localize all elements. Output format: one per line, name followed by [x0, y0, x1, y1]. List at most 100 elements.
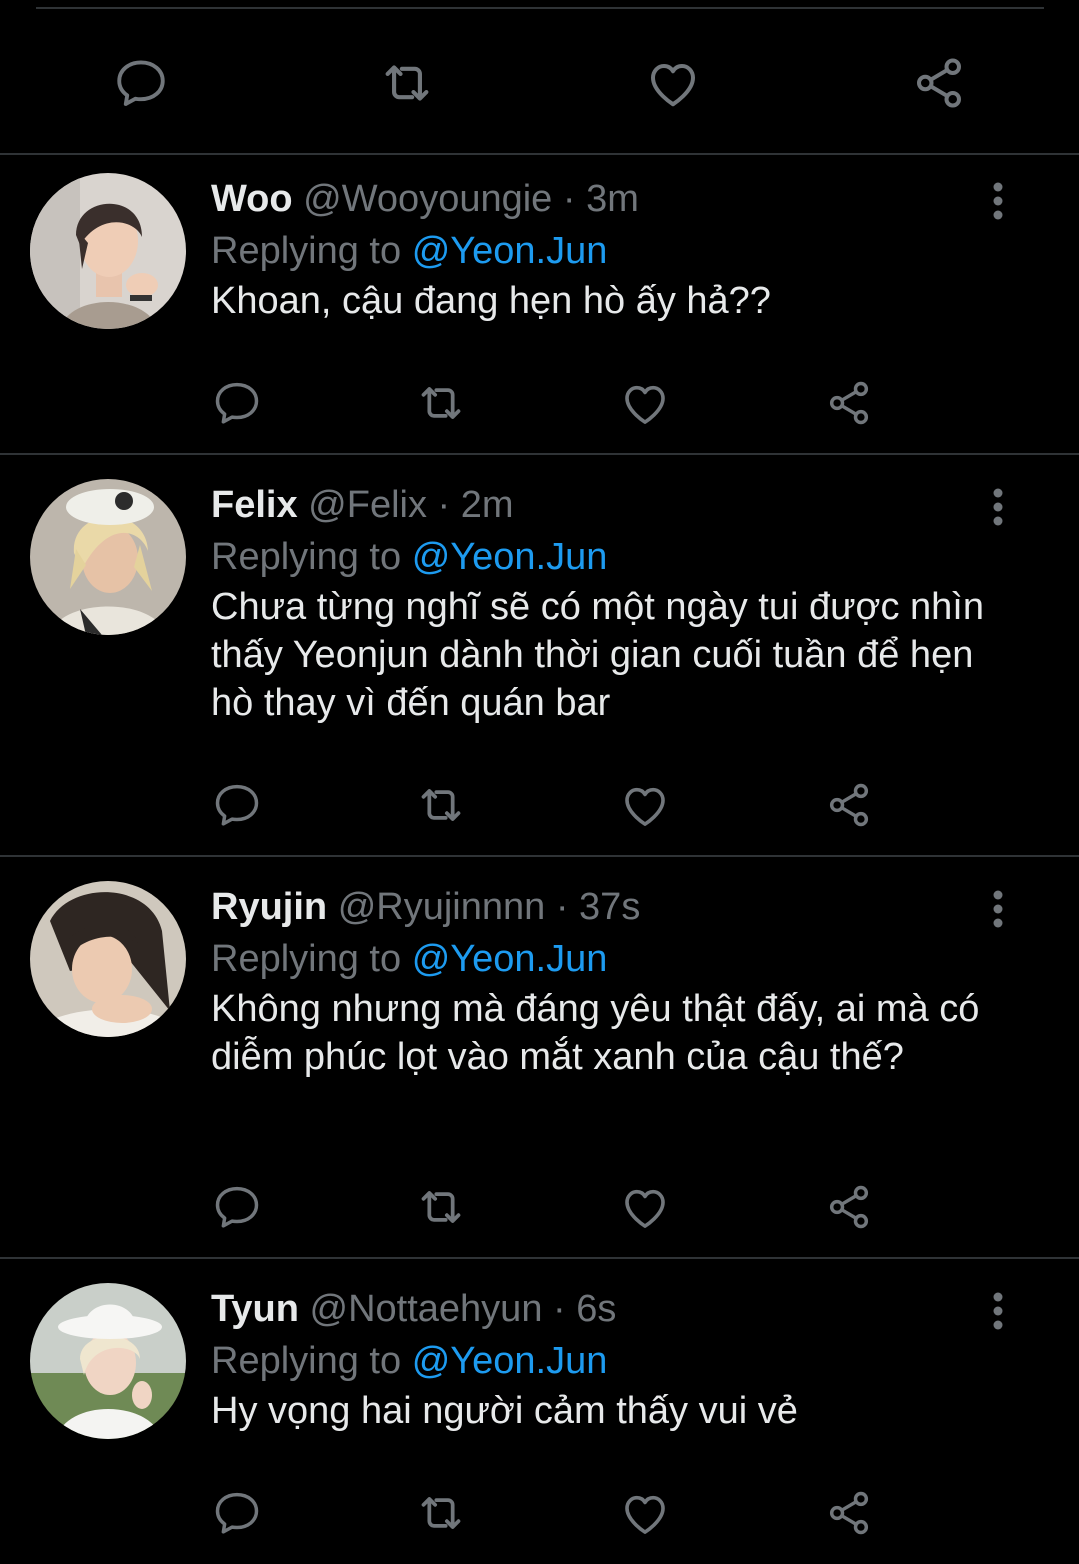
- share-button[interactable]: [819, 1483, 879, 1543]
- like-button[interactable]: [615, 373, 675, 433]
- heart-icon: [651, 64, 695, 107]
- reply-text: Hy vọng hai người cảm thấy vui vẻ: [211, 1390, 798, 1432]
- more-options-button[interactable]: [980, 485, 1016, 529]
- reply-icon: [215, 1186, 259, 1228]
- retweet-icon: [385, 65, 429, 101]
- separator: ·: [555, 886, 569, 928]
- mention-link[interactable]: @Yeon.Jun: [412, 230, 608, 272]
- retweet-button[interactable]: [411, 1483, 471, 1543]
- reply-header: Ryujin @Ryujinnnn · 37s: [211, 885, 640, 929]
- user-handle[interactable]: @Ryujinnnn: [338, 886, 546, 928]
- reply-tweet[interactable]: Felix @Felix · 2m Replying to @Yeon.Jun …: [0, 461, 1079, 857]
- like-button[interactable]: [615, 1483, 675, 1543]
- replying-to: Replying to @Yeon.Jun: [211, 227, 607, 275]
- reply-button[interactable]: [207, 1177, 267, 1237]
- separator: ·: [553, 1288, 566, 1330]
- share-icon: [829, 1491, 869, 1535]
- reply-icon: [215, 382, 259, 424]
- retweet-icon: [421, 1497, 461, 1529]
- replying-to-label: Replying to: [211, 536, 402, 578]
- reply-tweet[interactable]: Tyun @Nottaehyun · 6s Replying to @Yeon.…: [0, 1265, 1079, 1564]
- main-reply-button[interactable]: [110, 52, 172, 114]
- share-button[interactable]: [819, 775, 879, 835]
- reply-tweet[interactable]: Ryujin @Ryujinnnn · 37s Replying to @Yeo…: [0, 863, 1079, 1259]
- reply-text: Khoan, cậu đang hẹn hò ấy hả??: [211, 280, 771, 322]
- display-name[interactable]: Woo: [211, 178, 293, 220]
- reply-text: Chưa từng nghĩ sẽ có một ngày tui được n…: [211, 586, 984, 724]
- retweet-button[interactable]: [411, 775, 471, 835]
- mention-link[interactable]: @Yeon.Jun: [412, 536, 608, 578]
- mention-link[interactable]: @Yeon.Jun: [412, 1340, 608, 1382]
- tweet-divider: [0, 855, 1079, 857]
- heart-icon: [625, 1495, 665, 1534]
- user-handle[interactable]: @Felix: [308, 484, 427, 526]
- more-vertical-icon: [993, 488, 1003, 526]
- avatar[interactable]: [30, 173, 186, 329]
- reply-button[interactable]: [207, 775, 267, 835]
- like-button[interactable]: [615, 775, 675, 835]
- display-name[interactable]: Ryujin: [211, 886, 327, 928]
- more-options-button[interactable]: [980, 179, 1016, 223]
- replying-to-label: Replying to: [211, 1340, 402, 1382]
- reply-icon: [215, 784, 259, 826]
- reply-button[interactable]: [207, 373, 267, 433]
- like-button[interactable]: [615, 1177, 675, 1237]
- main-retweet-button[interactable]: [376, 52, 438, 114]
- replying-to: Replying to @Yeon.Jun: [211, 935, 607, 983]
- main-share-button[interactable]: [908, 52, 970, 114]
- share-icon: [829, 1185, 869, 1229]
- reply-icon: [215, 1492, 259, 1534]
- retweet-icon: [421, 387, 461, 419]
- replying-to-label: Replying to: [211, 938, 402, 980]
- separator: ·: [437, 484, 451, 526]
- share-button[interactable]: [819, 1177, 879, 1237]
- reply-actions: [0, 1177, 1079, 1237]
- replying-to: Replying to @Yeon.Jun: [211, 1337, 607, 1385]
- heart-icon: [625, 385, 665, 424]
- retweet-button[interactable]: [411, 373, 471, 433]
- tweet-divider: [0, 1257, 1079, 1259]
- replying-to-label: Replying to: [211, 230, 402, 272]
- main-tweet-actions: [0, 40, 1079, 120]
- reply-button[interactable]: [207, 1483, 267, 1543]
- timestamp[interactable]: 2m: [461, 484, 514, 526]
- tweet-divider: [0, 453, 1079, 455]
- reply-tweet[interactable]: Woo @Wooyoungie · 3m Replying to @Yeon.J…: [0, 155, 1079, 455]
- separator: ·: [562, 178, 576, 220]
- share-icon: [829, 783, 869, 827]
- mention-link[interactable]: @Yeon.Jun: [412, 938, 608, 980]
- heart-icon: [625, 1189, 665, 1228]
- share-icon: [917, 58, 961, 108]
- user-handle[interactable]: @Nottaehyun: [310, 1288, 543, 1330]
- reply-actions: [0, 373, 1079, 433]
- reply-actions: [0, 775, 1079, 835]
- more-vertical-icon: [993, 890, 1003, 928]
- reply-actions: [0, 1483, 1079, 1543]
- more-options-button[interactable]: [980, 887, 1016, 931]
- reply-header: Felix @Felix · 2m: [211, 483, 514, 527]
- more-vertical-icon: [993, 182, 1003, 220]
- timestamp[interactable]: 6s: [576, 1288, 616, 1330]
- avatar[interactable]: [30, 881, 186, 1037]
- reply-text: Không nhưng mà đáng yêu thật đấy, ai mà …: [211, 988, 980, 1078]
- display-name[interactable]: Felix: [211, 484, 298, 526]
- avatar[interactable]: [30, 479, 186, 635]
- top-divider: [36, 7, 1044, 9]
- timestamp[interactable]: 37s: [579, 886, 640, 928]
- retweet-button[interactable]: [411, 1177, 471, 1237]
- user-handle[interactable]: @Wooyoungie: [303, 178, 552, 220]
- replying-to: Replying to @Yeon.Jun: [211, 533, 607, 581]
- retweet-icon: [421, 1191, 461, 1223]
- heart-icon: [625, 787, 665, 826]
- avatar[interactable]: [30, 1283, 186, 1439]
- retweet-icon: [421, 789, 461, 821]
- reply-icon: [117, 60, 165, 106]
- more-vertical-icon: [993, 1292, 1003, 1330]
- more-options-button[interactable]: [980, 1289, 1016, 1333]
- reply-header: Tyun @Nottaehyun · 6s: [211, 1287, 616, 1331]
- main-like-button[interactable]: [642, 52, 704, 114]
- share-button[interactable]: [819, 373, 879, 433]
- display-name[interactable]: Tyun: [211, 1288, 299, 1330]
- reply-header: Woo @Wooyoungie · 3m: [211, 177, 639, 221]
- timestamp[interactable]: 3m: [586, 178, 639, 220]
